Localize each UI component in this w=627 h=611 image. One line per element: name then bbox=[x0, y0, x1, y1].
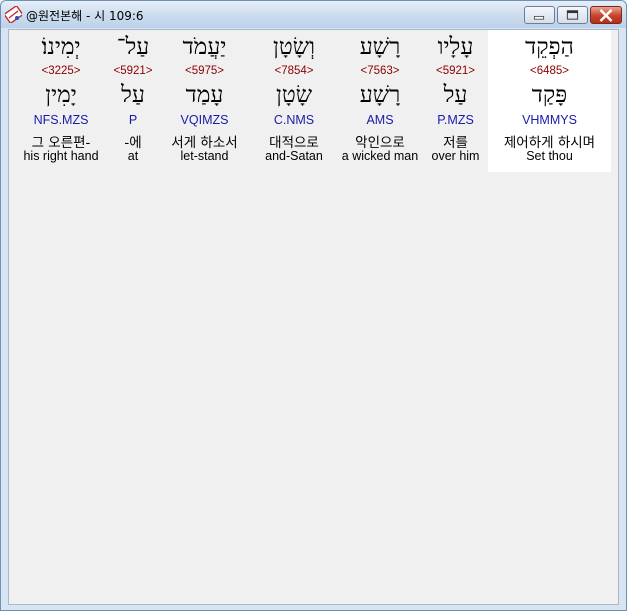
word-column[interactable]: רָשָׁע <7563> רָשָׁע AMS 악인으로 a wicked man bbox=[337, 30, 423, 172]
minimize-icon bbox=[533, 15, 545, 20]
hebrew-root: פָּקַד bbox=[531, 82, 568, 108]
parsing-code: P bbox=[128, 113, 138, 127]
interlinear-panel: יְמִינוֹ׃ <3225> יָמִין NFS.MZS 그 오른편-his ri… bbox=[8, 29, 619, 605]
word-column[interactable]: יְמִינוֹ׃ <3225> יָמִין NFS.MZS 그 오른편-his ri… bbox=[14, 30, 108, 172]
strong-number: <6485> bbox=[529, 65, 569, 77]
close-button[interactable] bbox=[590, 6, 622, 24]
hebrew-word: יַעֲמֹד bbox=[182, 34, 227, 60]
bible-book-icon bbox=[5, 6, 22, 23]
hebrew-root: יָמִין bbox=[45, 82, 77, 108]
word-column[interactable]: עַל־ <5921> עַל P -에 at bbox=[108, 30, 158, 172]
app-window: @원전본해 - 시 109:6 יְמִינוֹ׃ <3225> יָמִין NFS… bbox=[0, 0, 627, 611]
english-gloss: let-stand bbox=[180, 149, 229, 163]
parsing-code: P.MZS bbox=[437, 113, 474, 127]
word-column[interactable]: עָלָיו <5921> עַל P.MZS 저를 over him bbox=[423, 30, 488, 172]
hebrew-word: הַפְקֵד bbox=[525, 34, 574, 60]
strong-number: <5921> bbox=[435, 65, 475, 77]
parsing-code: NFS.MZS bbox=[33, 113, 89, 127]
word-column[interactable]: וְשָׂטָן <7854> שָׂטָן C.NMS 대적으로 and-Satan bbox=[251, 30, 337, 172]
korean-gloss: -에 bbox=[124, 135, 142, 151]
english-gloss: and-Satan bbox=[265, 149, 323, 163]
word-column[interactable]: יַעֲמֹד <5975> עָמַד VQIMZS 서게 하소서 let-stand bbox=[158, 30, 251, 172]
hebrew-root: עַל bbox=[443, 82, 468, 108]
korean-gloss: 서게 하소서 bbox=[171, 135, 238, 151]
korean-gloss: 그 오른편- bbox=[31, 135, 91, 151]
hebrew-word: וְשָׂטָן bbox=[273, 34, 315, 60]
hebrew-root: עָמַד bbox=[185, 82, 224, 108]
strong-number: <3225> bbox=[41, 65, 81, 77]
korean-gloss: 대적으로 bbox=[269, 135, 319, 151]
english-gloss: over him bbox=[431, 149, 480, 163]
window-title: @원전본해 - 시 109:6 bbox=[26, 9, 144, 23]
strong-number: <7854> bbox=[274, 65, 314, 77]
hebrew-root: רָשָׁע bbox=[359, 82, 401, 108]
hebrew-root: עַל bbox=[121, 82, 145, 108]
strong-number: <7563> bbox=[360, 65, 400, 77]
parsing-code: VHMMYS bbox=[522, 113, 577, 127]
word-column[interactable]: הַפְקֵד <6485> פָּקַד VHMMYS 제어하게 하시며 Set tho… bbox=[488, 30, 611, 172]
korean-gloss: 저를 bbox=[443, 135, 468, 151]
hebrew-word: עַל־ bbox=[116, 34, 150, 60]
strong-number: <5975> bbox=[184, 65, 224, 77]
korean-gloss: 악인으로 bbox=[355, 135, 405, 151]
korean-gloss: 제어하게 하시며 bbox=[503, 135, 596, 151]
title-bar[interactable]: @원전본해 - 시 109:6 bbox=[1, 1, 626, 28]
hebrew-word: עָלָיו bbox=[437, 34, 474, 60]
parsing-code: AMS bbox=[366, 113, 394, 127]
parsing-code: C.NMS bbox=[273, 113, 315, 127]
minimize-button[interactable] bbox=[524, 6, 555, 24]
hebrew-word: רָשָׁע bbox=[359, 34, 401, 60]
hebrew-word: יְמִינוֹ׃ bbox=[41, 34, 81, 60]
english-gloss: a wicked man bbox=[341, 149, 419, 163]
strong-number: <5921> bbox=[113, 65, 153, 77]
hebrew-root: שָׂטָן bbox=[275, 82, 313, 108]
english-gloss: Set thou bbox=[526, 149, 573, 163]
parsing-code: VQIMZS bbox=[180, 113, 229, 127]
english-gloss: his right hand bbox=[23, 149, 99, 163]
close-icon bbox=[599, 9, 613, 22]
maximize-icon bbox=[566, 10, 579, 20]
maximize-button[interactable] bbox=[557, 6, 588, 24]
english-gloss: at bbox=[127, 149, 139, 163]
